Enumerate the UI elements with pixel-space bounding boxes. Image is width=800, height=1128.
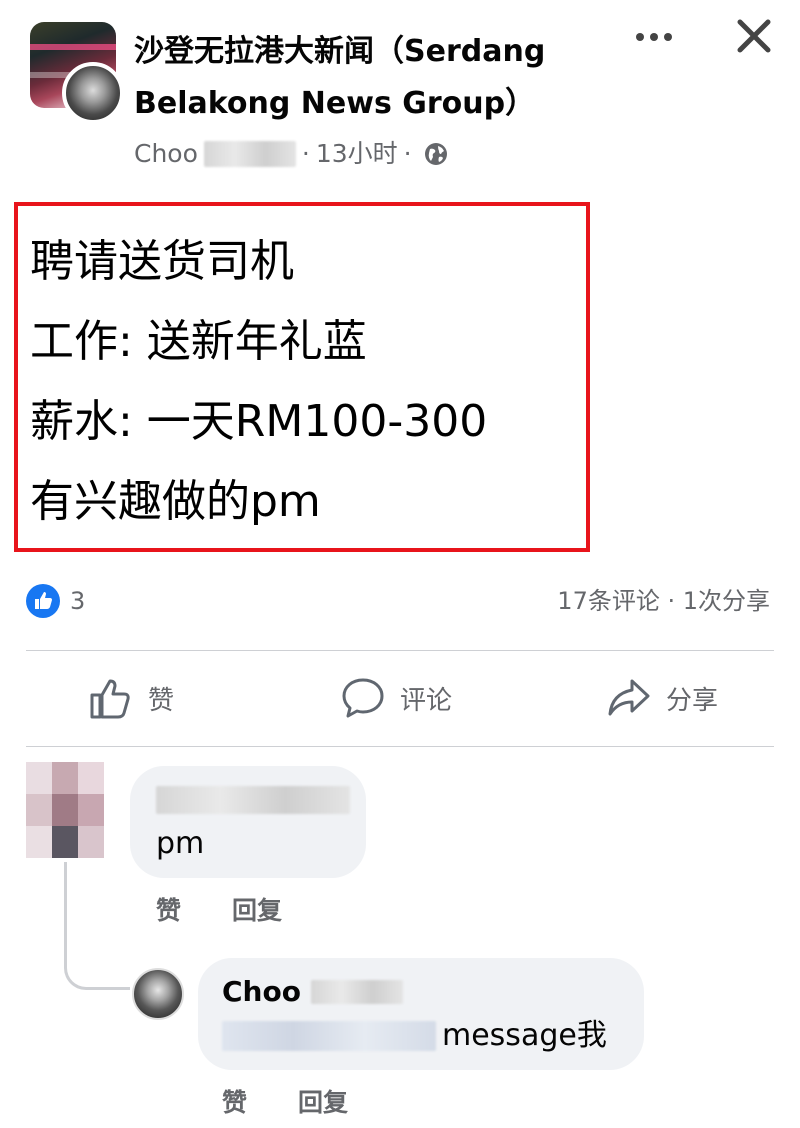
comment-button[interactable]: 评论 [340,666,452,730]
comment-like-link[interactable]: 赞 [156,894,181,928]
comment-share-stats[interactable]: 17条评论 · 1次分享 [557,584,770,618]
post-line: 有兴趣做的pm [30,476,321,527]
author-name[interactable]: Choo [134,138,198,170]
like-badge-icon[interactable] [26,584,60,618]
share-label: 分享 [666,685,719,716]
comment-bubble[interactable]: pm [130,766,366,878]
meta-separator: · [301,139,310,168]
divider [26,650,774,651]
author-avatar[interactable] [62,62,124,124]
comment-reply-link[interactable]: 回复 [232,894,282,928]
more-options-icon[interactable] [632,22,676,52]
globe-icon [424,143,447,165]
redacted-name [203,141,296,167]
highlighted-post-body: 聘请送货司机 工作: 送新年礼蓝 薪水: 一天RM100-300 有兴趣做的pm [14,202,590,552]
share-icon [608,679,650,716]
comment-text: pm [156,826,205,861]
post-line: 工作: 送新年礼蓝 [30,316,367,367]
avatar-stripe [30,44,116,50]
share-button[interactable]: 分享 [606,666,718,730]
like-label: 赞 [148,685,175,716]
group-name[interactable]: 沙登无拉港大新闻（Serdang Belakong News Group） [134,26,614,130]
reply-author-avatar[interactable] [132,968,184,1020]
like-button[interactable]: 赞 [88,666,174,730]
like-count[interactable]: 3 [70,584,85,618]
reply-bubble[interactable]: Choo message我 [198,958,644,1070]
meta-separator: · [403,139,412,168]
reply-text: message我 [442,1018,607,1053]
reply-message: message我 [222,1016,607,1056]
reply-thread-line [64,862,130,990]
post-meta: Choo · 13小时 · [134,138,448,170]
redacted-name [310,980,403,1004]
redacted-commenter-name [156,786,350,814]
close-icon[interactable] [732,14,776,58]
divider [26,746,774,747]
reply-author: Choo [222,974,403,1010]
reply-reply-link[interactable]: 回复 [298,1086,348,1120]
post-line: 薪水: 一天RM100-300 [30,396,488,447]
post-time[interactable]: 13小时 [316,138,398,170]
post-line: 聘请送货司机 [30,236,294,287]
redacted-mention [222,1021,436,1051]
comment-label: 评论 [400,685,453,716]
reply-like-link[interactable]: 赞 [222,1086,247,1120]
comment-icon [342,678,384,718]
reply-author-name[interactable]: Choo [222,974,301,1010]
commenter-avatar[interactable] [26,762,104,858]
thumbs-up-icon [90,679,130,719]
